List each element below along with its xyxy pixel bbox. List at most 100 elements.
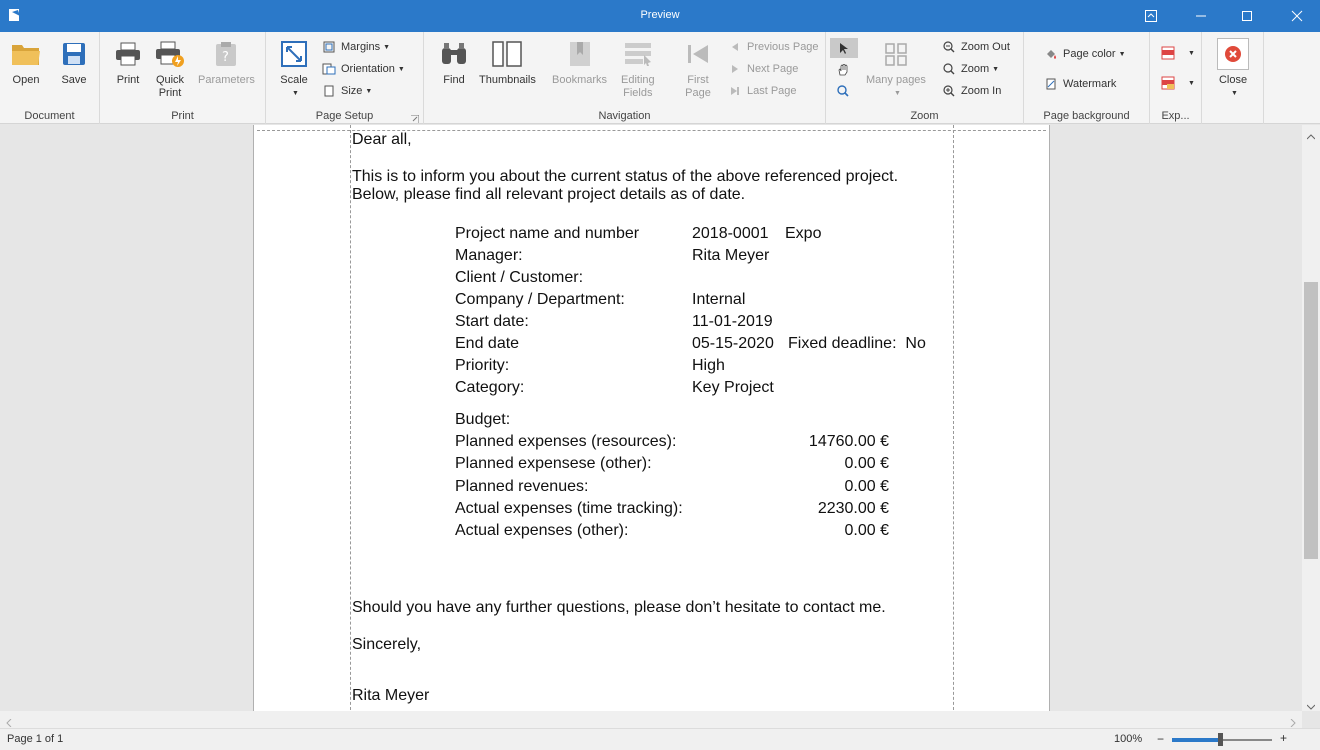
preview-viewport[interactable]: Dear all, This is to inform you about th…: [0, 125, 1302, 711]
budget-amount: 0.00 €: [844, 455, 889, 472]
budget-label: Planned revenues:: [455, 478, 589, 495]
editing-fields-button[interactable]: Editing Fields: [621, 38, 655, 100]
editing-fields-icon: [622, 38, 654, 70]
group-label-page-background: Page background: [1043, 110, 1130, 122]
intro-line-2: Below, please find all relevant project …: [352, 186, 746, 203]
close-preview-button[interactable]: Close ▼: [1217, 38, 1249, 100]
select-tool-button[interactable]: [830, 38, 858, 58]
detail-label: Priority:: [455, 357, 510, 374]
chevron-down-icon: ▼: [1118, 50, 1126, 58]
orientation-button[interactable]: Orientation ▼: [322, 60, 405, 78]
page-info: Page 1 of 1: [7, 733, 64, 745]
hand-tool-button[interactable]: [836, 61, 855, 79]
zoom-dropdown-button[interactable]: Zoom ▼: [942, 60, 999, 78]
page-margin-left: [350, 125, 351, 711]
chevron-down-icon: ▼: [365, 87, 373, 95]
horizontal-scrollbar[interactable]: [0, 711, 1302, 728]
detail-label: End date: [455, 335, 520, 352]
next-page-button[interactable]: Next Page: [728, 60, 798, 78]
previous-page-button[interactable]: Previous Page: [728, 38, 819, 56]
save-button[interactable]: Save: [58, 38, 90, 87]
floppy-disk-icon: [58, 38, 90, 70]
detail-label: Project name and number: [455, 225, 640, 242]
scroll-up-icon[interactable]: [1306, 129, 1316, 143]
parameters-button[interactable]: ? Parameters: [198, 38, 255, 87]
restore-ribbon-button[interactable]: [1128, 0, 1174, 32]
chevron-down-icon: ▼: [397, 65, 405, 73]
last-page-button[interactable]: Last Page: [728, 82, 797, 100]
group-label-document: Document: [24, 110, 75, 122]
margins-icon: [322, 40, 336, 54]
email-pdf-icon: [1161, 76, 1175, 90]
send-pdf-button[interactable]: ▼: [1161, 74, 1195, 92]
group-label-zoom: Zoom: [910, 110, 939, 122]
close-window-button[interactable]: [1274, 0, 1320, 32]
bookmarks-button[interactable]: Bookmarks: [552, 38, 607, 87]
first-page-button[interactable]: First Page: [682, 38, 714, 100]
scale-button[interactable]: Scale ▼: [278, 38, 310, 100]
detail-label: Category:: [455, 379, 525, 396]
quick-print-button[interactable]: Quick Print: [154, 38, 186, 100]
zoom-slider-fill: [1172, 738, 1222, 742]
zoom-plus-icon[interactable]: +: [1280, 731, 1287, 745]
page-setup-dialog-launcher-icon[interactable]: [411, 112, 420, 123]
group-zoom: Many pages ▼ Zoom Out Zoom ▼ Zoom In Zoo…: [826, 32, 1024, 124]
thumbnails-icon: [491, 38, 523, 70]
minimize-icon: [1196, 15, 1206, 17]
detail-label: Company / Department:: [455, 291, 625, 308]
print-button[interactable]: Print: [112, 38, 144, 87]
zoom-out-button[interactable]: Zoom Out: [942, 38, 1010, 56]
minimize-button[interactable]: [1178, 0, 1224, 32]
maximize-button[interactable]: [1224, 0, 1270, 32]
magnifier-tool-button[interactable]: [836, 82, 855, 100]
export-pdf-button[interactable]: ▼: [1161, 44, 1195, 62]
find-button[interactable]: Find: [438, 38, 470, 87]
budget-amount: 2230.00 €: [817, 500, 889, 517]
many-pages-button[interactable]: Many pages ▼: [866, 38, 926, 100]
zoom-in-button[interactable]: Zoom In: [942, 82, 1001, 100]
sign-off: Sincerely,: [352, 636, 422, 653]
group-print: Print Quick Print ? Parameters Print: [100, 32, 266, 124]
many-pages-icon: [880, 38, 912, 70]
budget-label: Planned expensese (other):: [455, 455, 652, 472]
zoom-level: 100%: [1114, 733, 1143, 745]
budget-label: Actual expenses (time tracking):: [455, 500, 683, 517]
signature: Rita Meyer: [352, 687, 430, 704]
margins-button[interactable]: Margins ▼: [322, 38, 390, 56]
folder-icon: [10, 38, 42, 70]
chevron-down-icon: ▼: [292, 90, 299, 97]
watermark-button[interactable]: Watermark: [1044, 75, 1116, 93]
closing-sentence: Should you have any further questions, p…: [352, 599, 886, 616]
chevron-down-icon: ▼: [383, 43, 391, 51]
paper-size-icon: [322, 84, 336, 98]
open-button[interactable]: Open: [10, 38, 42, 87]
group-export: ▼ ▼ Exp...: [1150, 32, 1202, 124]
vertical-scrollbar[interactable]: [1302, 125, 1320, 711]
vertical-scroll-thumb[interactable]: [1304, 282, 1318, 559]
zoom-minus-icon[interactable]: −: [1157, 732, 1164, 746]
paint-bucket-icon: [1044, 47, 1058, 61]
zoom-icon: [942, 62, 956, 76]
magnifier-icon: [836, 84, 850, 98]
group-close: Close ▼: [1202, 32, 1264, 124]
zoom-slider-thumb[interactable]: [1218, 733, 1223, 746]
budget-amount: 0.00 €: [844, 478, 889, 495]
page-color-button[interactable]: Page color ▼: [1044, 45, 1126, 63]
title-bar: Preview: [0, 0, 1320, 32]
detail-label: Start date:: [455, 313, 529, 330]
budget-amount: 0.00 €: [844, 522, 889, 539]
size-button[interactable]: Size ▼: [322, 82, 372, 100]
thumbnails-button[interactable]: Thumbnails: [479, 38, 536, 87]
group-label-print: Print: [171, 110, 194, 122]
group-page-background: Page color ▼ Watermark Page background: [1024, 32, 1150, 124]
clipboard-question-icon: ?: [210, 38, 242, 70]
budget-label: Actual expenses (other):: [455, 522, 629, 539]
greeting: Dear all,: [352, 131, 412, 148]
detail-value: Key Project: [692, 379, 774, 396]
scale-icon: [278, 38, 310, 70]
group-label-page-setup: Page Setup: [315, 110, 374, 122]
scroll-down-icon[interactable]: [1306, 699, 1316, 713]
svg-text:?: ?: [222, 50, 229, 65]
hand-icon: [836, 63, 850, 77]
detail-extra: Fixed deadline: No: [788, 335, 926, 352]
